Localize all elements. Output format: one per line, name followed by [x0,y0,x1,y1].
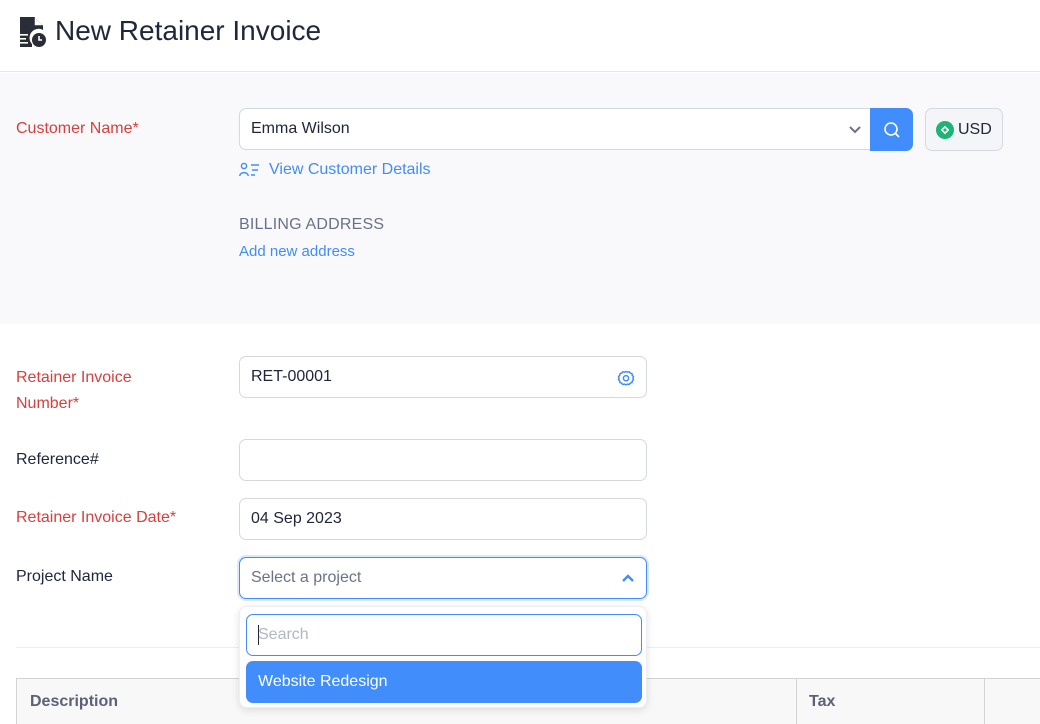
column-header-tax: Tax [809,693,836,710]
invoice-date-input[interactable]: 04 Sep 2023 [239,498,647,540]
project-placeholder: Select a project [251,569,362,586]
currency-icon [936,120,954,139]
project-dropdown: Search Website Redesign [239,606,647,708]
page-title: New Retainer Invoice [55,15,322,46]
currency-button[interactable]: USD [925,108,1003,151]
project-name-label: Project Name [16,568,113,585]
view-customer-details-link[interactable]: View Customer Details [239,160,431,180]
chevron-up-icon [622,574,634,582]
invoice-date-value: 04 Sep 2023 [251,510,342,527]
customer-name-select[interactable]: Emma Wilson [239,108,873,150]
gear-icon[interactable] [616,368,636,388]
customer-details-icon [239,162,259,177]
customer-name-value: Emma Wilson [251,120,350,137]
retainer-invoice-icon [20,17,46,47]
customer-search-button[interactable] [870,108,913,151]
reference-input[interactable] [239,439,647,481]
reference-label: Reference# [16,451,99,468]
invoice-number-label: Retainer Invoice Number* [16,369,132,412]
chevron-down-icon [849,126,861,134]
billing-address-title: BILLING ADDRESS [239,216,385,233]
column-header-description: Description [30,693,119,710]
customer-section: Customer Name* Emma Wilson USD View Cust… [0,73,1040,324]
view-customer-details-label: View Customer Details [269,161,431,178]
column-divider [984,679,985,724]
project-search-placeholder: Search [258,626,309,643]
customer-name-label: Customer Name* [16,120,139,137]
project-option[interactable]: Website Redesign [246,661,642,703]
invoice-number-input[interactable]: RET-00001 [239,356,647,398]
invoice-date-label: Retainer Invoice Date* [16,509,177,526]
project-name-select[interactable]: Select a project [239,557,647,599]
currency-code: USD [958,120,992,138]
invoice-number-value: RET-00001 [251,368,332,385]
add-new-address-link[interactable]: Add new address [239,243,355,260]
project-search-input[interactable]: Search [246,614,642,656]
column-divider [796,679,797,724]
page-header: New Retainer Invoice [0,0,1040,72]
search-icon [883,121,900,138]
